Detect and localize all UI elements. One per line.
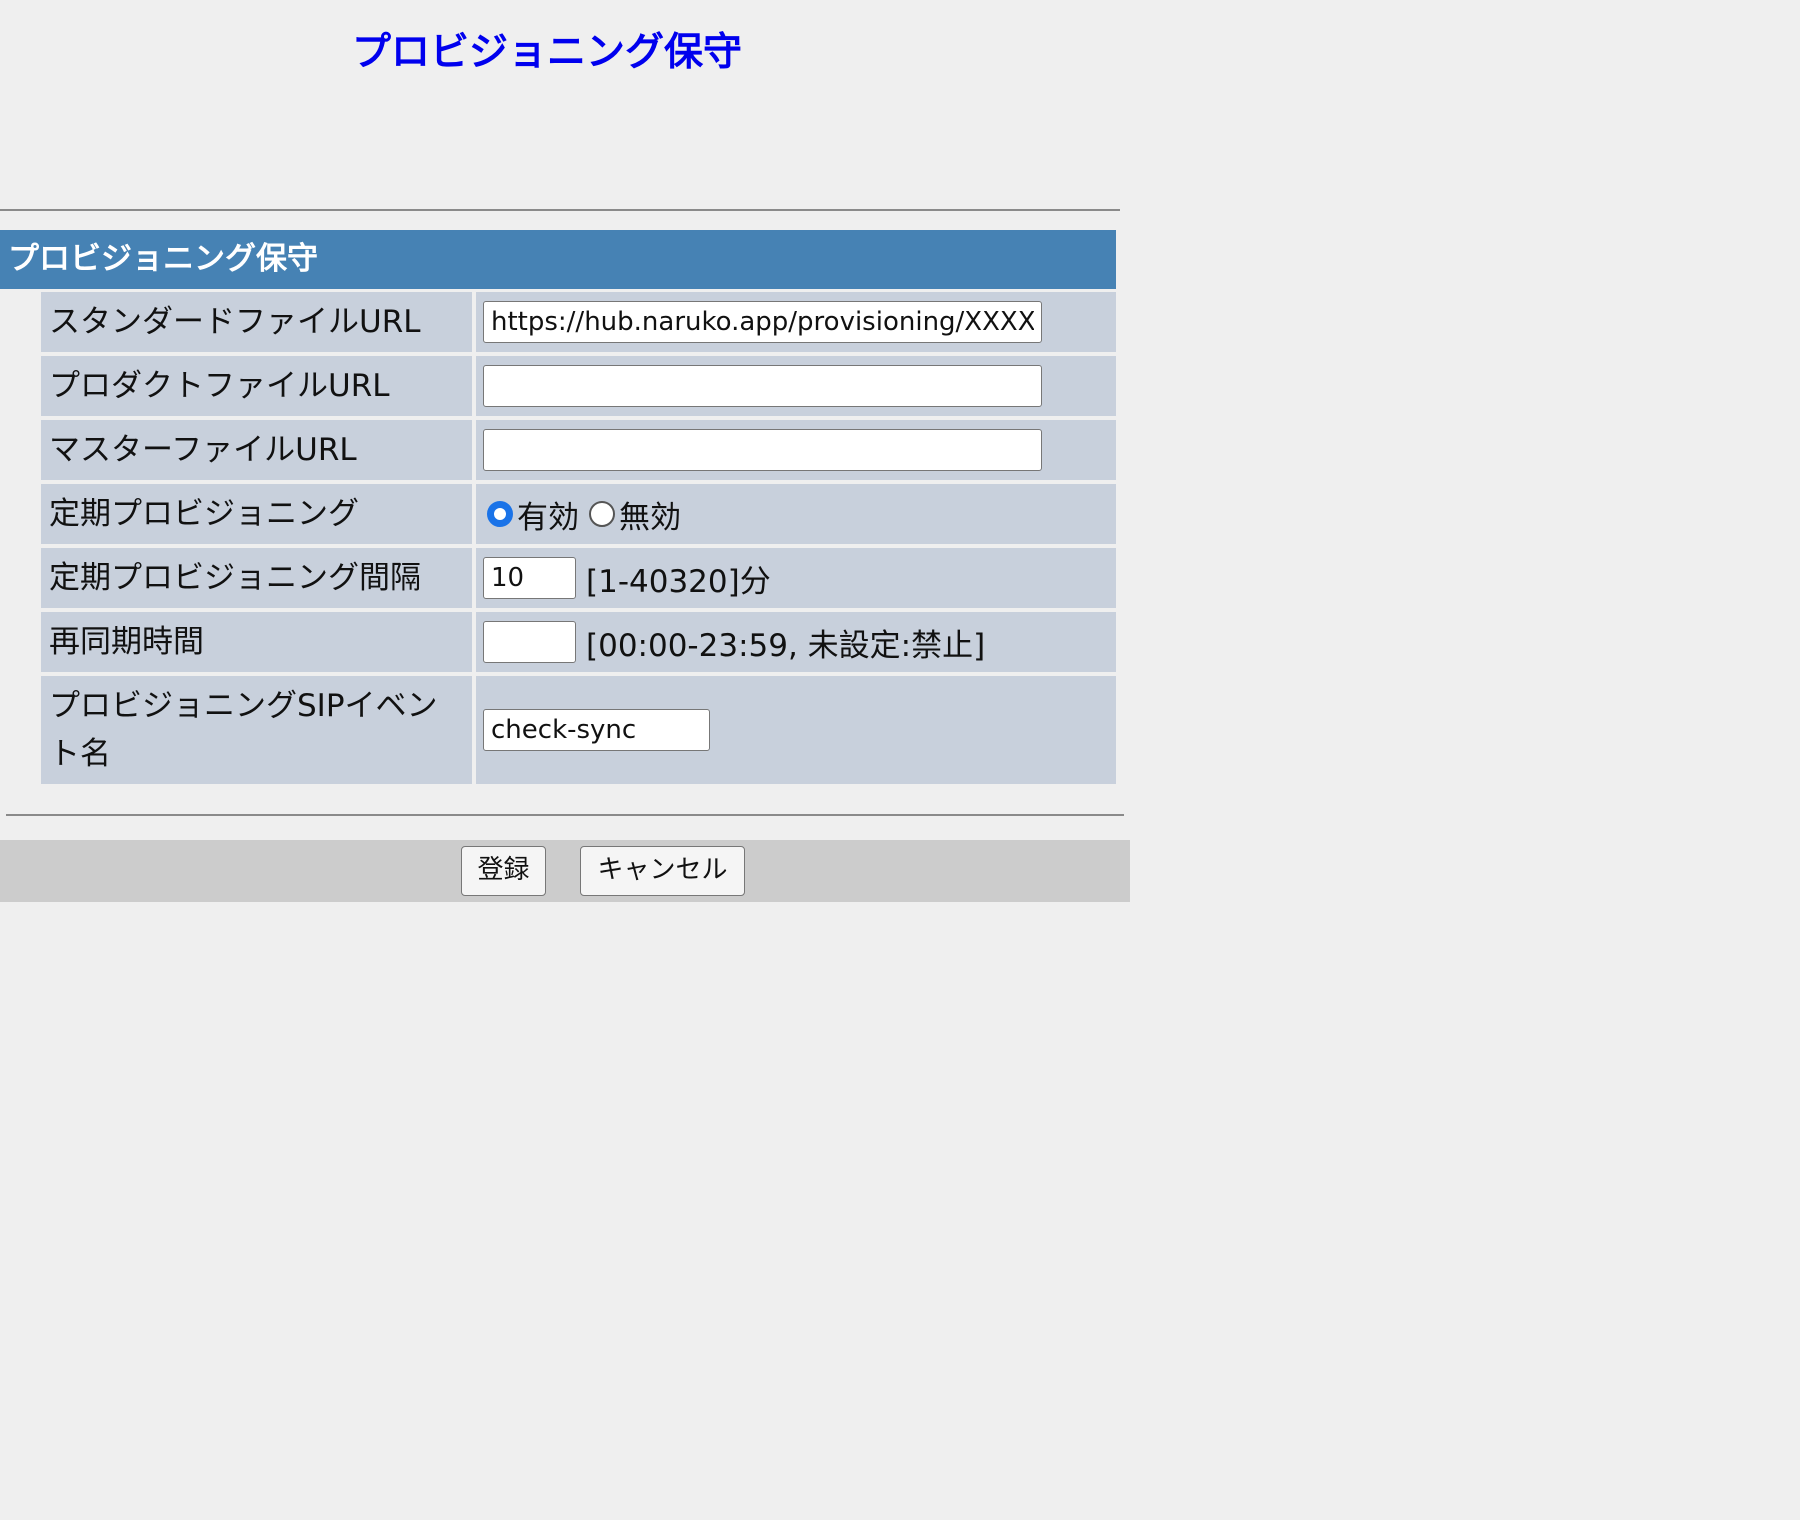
- radio-enabled[interactable]: [487, 501, 513, 527]
- submit-button[interactable]: 登録: [461, 846, 546, 896]
- sip-event-input[interactable]: [483, 709, 710, 751]
- resync-time-cell: [00:00-23:59, 未設定:禁止]: [476, 612, 1116, 672]
- form-row-sip-event: プロビジョニングSIPイベント名: [40, 676, 1116, 784]
- radio-enabled-label: 有効: [517, 499, 579, 536]
- section-header: プロビジョニング保守: [0, 230, 1116, 289]
- sip-event-label: プロビジョニングSIPイベント名: [41, 676, 472, 784]
- settings-form: スタンダードファイルURL プロダクトファイルURL マスターファイルURL 定…: [40, 292, 1116, 788]
- radio-disabled-label: 無効: [619, 499, 681, 536]
- radio-disabled[interactable]: [589, 501, 615, 527]
- form-row-standard-url: スタンダードファイルURL: [40, 292, 1116, 352]
- top-divider: [0, 209, 1120, 211]
- form-row-master-url: マスターファイルURL: [40, 420, 1116, 480]
- product-url-input[interactable]: [483, 365, 1042, 407]
- sip-event-cell: [476, 676, 1116, 784]
- button-bar: 登録 キャンセル: [0, 840, 1130, 902]
- resync-time-hint: [00:00-23:59, 未設定:禁止]: [586, 627, 986, 664]
- interval-cell: [1-40320]分: [476, 548, 1116, 608]
- interval-input[interactable]: [483, 557, 576, 599]
- form-row-periodic: 定期プロビジョニング 有効 無効: [40, 484, 1116, 544]
- standard-url-input[interactable]: [483, 301, 1042, 343]
- periodic-label: 定期プロビジョニング: [41, 484, 472, 544]
- product-url-cell: [476, 356, 1116, 416]
- form-row-resync-time: 再同期時間 [00:00-23:59, 未設定:禁止]: [40, 612, 1116, 672]
- form-row-interval: 定期プロビジョニング間隔 [1-40320]分: [40, 548, 1116, 608]
- master-url-input[interactable]: [483, 429, 1042, 471]
- master-url-label: マスターファイルURL: [41, 420, 472, 480]
- standard-url-label: スタンダードファイルURL: [41, 292, 472, 352]
- product-url-label: プロダクトファイルURL: [41, 356, 472, 416]
- periodic-cell: 有効 無効: [476, 484, 1116, 544]
- interval-hint: [1-40320]分: [586, 563, 771, 600]
- bottom-divider: [6, 814, 1124, 816]
- form-row-product-url: プロダクトファイルURL: [40, 356, 1116, 416]
- resync-time-input[interactable]: [483, 621, 576, 663]
- resync-time-label: 再同期時間: [41, 612, 472, 672]
- cancel-button[interactable]: キャンセル: [580, 846, 745, 896]
- page-title: プロビジョニング保守: [352, 30, 743, 75]
- interval-label: 定期プロビジョニング間隔: [41, 548, 472, 608]
- standard-url-cell: [476, 292, 1116, 352]
- master-url-cell: [476, 420, 1116, 480]
